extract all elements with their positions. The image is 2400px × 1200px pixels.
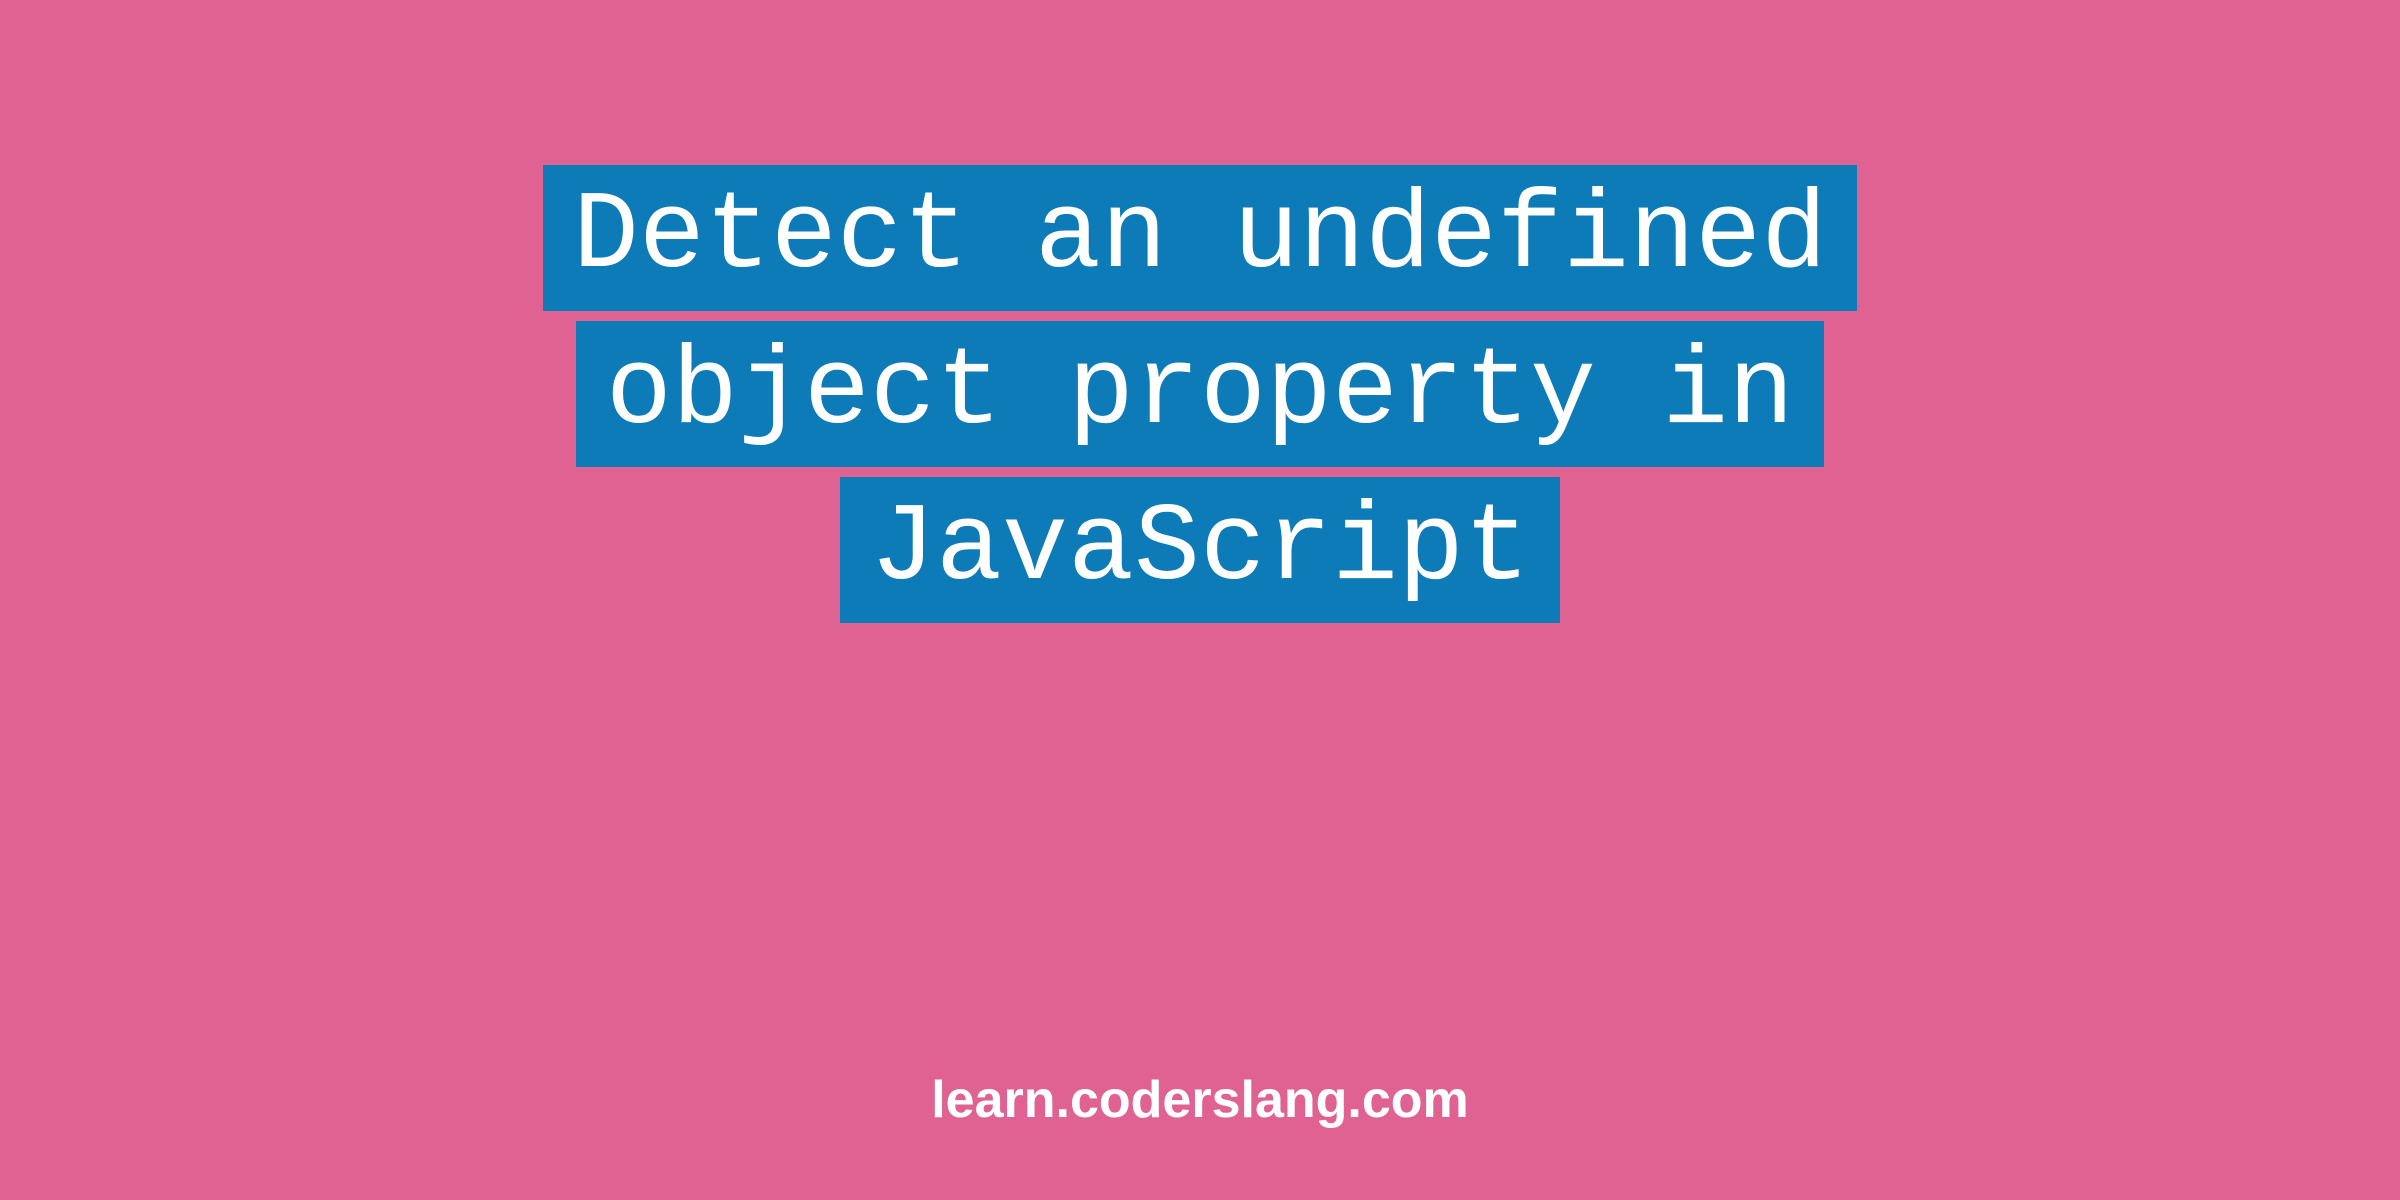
title-line-3: JavaScript — [840, 477, 1560, 623]
title-line-1: Detect an undefined — [543, 165, 1857, 311]
title-container: Detect an undefined object property in J… — [543, 165, 1857, 623]
footer-text: learn.coderslang.com — [931, 1070, 1469, 1130]
title-line-2: object property in — [576, 321, 1824, 467]
